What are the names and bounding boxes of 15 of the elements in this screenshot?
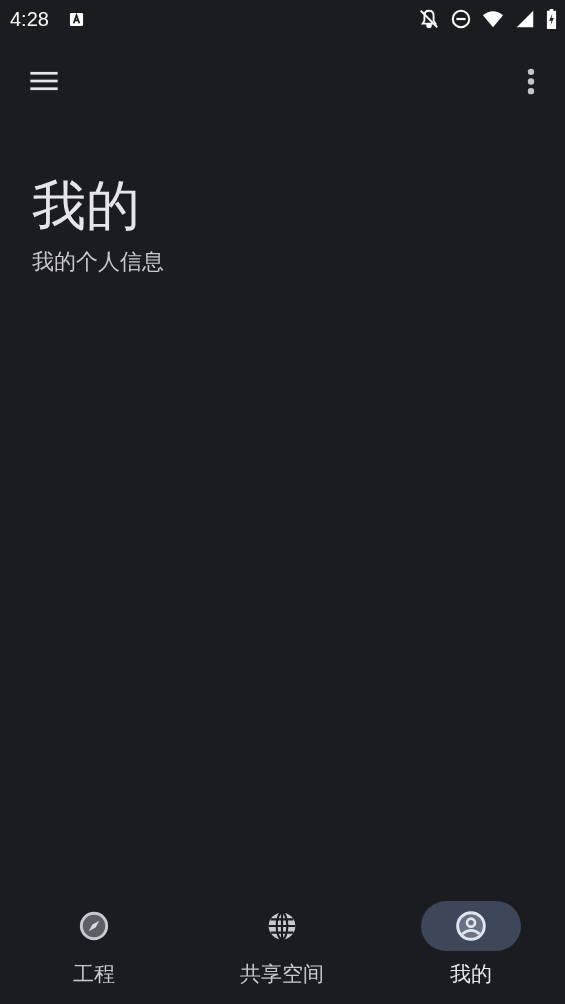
person-icon [454, 910, 487, 942]
do-not-disturb-icon [450, 8, 472, 30]
keyboard-app-icon [68, 11, 84, 27]
page-subtitle: 我的个人信息 [32, 248, 164, 276]
status-time: 4:28 [10, 7, 49, 31]
battery-charging-icon [546, 8, 557, 30]
nav-tab[interactable]: 共享空间 [188, 884, 377, 1004]
wifi-icon [482, 8, 504, 30]
nav-tab[interactable]: 我的 [376, 884, 565, 1004]
nav-tab[interactable]: 工程 [0, 884, 189, 1004]
compass-icon [78, 910, 111, 942]
menu-icon[interactable] [30, 71, 58, 91]
bell-off-icon [418, 8, 440, 30]
more-options-icon[interactable] [527, 67, 535, 95]
page-title: 我的 [32, 173, 140, 239]
